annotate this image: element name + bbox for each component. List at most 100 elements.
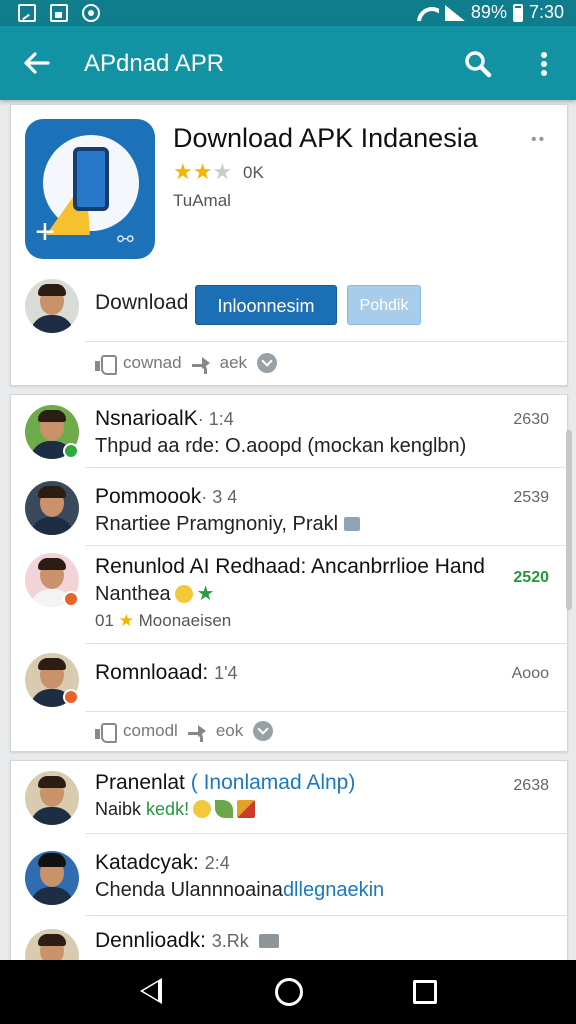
comment-author: Romnloaad: 1'4 [95, 661, 238, 685]
rating-stars: ★★★ [173, 159, 232, 185]
author-name: Pommoook [95, 485, 202, 508]
notification-badge [63, 689, 79, 705]
comment-highlight: kedk! [146, 799, 190, 819]
nav-home-icon[interactable] [275, 978, 303, 1006]
card-actions: comodl eok [95, 721, 274, 743]
expand-icon[interactable] [253, 721, 274, 741]
flag-emoji-icon [237, 800, 256, 818]
comment-sub: 01 ★ Moonaeisen [95, 611, 231, 631]
share-mark-icon: ⚯ [117, 229, 134, 251]
avatar[interactable] [25, 851, 79, 905]
avatar[interactable] [25, 771, 79, 825]
star-icon: ★ [173, 159, 193, 184]
app-bar: APdnad APR [0, 26, 576, 100]
download-label: Download [95, 291, 189, 314]
list-item[interactable]: Renunlod AI Redhaad: Ancanbrrlioe Hand N… [11, 551, 567, 643]
list-item[interactable]: NsnarioalK· 1:4 Thpud aa rde: O.aoopd (m… [11, 395, 567, 467]
comment-count: 2638 [513, 777, 549, 794]
divider [85, 545, 569, 546]
app-link[interactable]: ( Inonlamad Alnp) [191, 771, 356, 794]
expand-icon[interactable] [257, 353, 278, 373]
online-badge [63, 443, 79, 459]
search-icon[interactable] [462, 48, 494, 80]
back-arrow-icon[interactable] [20, 46, 54, 80]
comment-author: Pommoook· 3 4 [95, 485, 237, 509]
list-item[interactable]: Romnloaad: 1'4 Aooo [11, 649, 567, 711]
overflow-menu-icon[interactable] [532, 48, 556, 80]
like-action[interactable]: cownad [123, 353, 182, 373]
comment-author: Pranenlat ( Inonlamad Alnp) [95, 771, 355, 795]
thumbs-up-icon[interactable] [95, 723, 117, 743]
leaf-emoji-icon [215, 800, 234, 818]
scrollbar[interactable] [566, 430, 572, 610]
comment-text: Rnartiee Pramgnoniy, Prakl [95, 513, 361, 536]
screen: 89% 7:30 APdnad APR + ⚯ Download APK Ind… [0, 0, 576, 1024]
comment-count: 2539 [513, 489, 549, 506]
nav-back-icon[interactable] [140, 978, 162, 1004]
more-comments-card: Pranenlat ( Inonlamad Alnp) Naibk kedk! … [10, 760, 569, 983]
secondary-button[interactable]: Pohdik [347, 285, 421, 325]
author-name: Romnloaad: [95, 661, 209, 684]
author-name: Dennlioadk: [95, 929, 206, 952]
system-icons: 89% 7:30 [417, 2, 564, 23]
comment-meta: 3.Rk [211, 931, 249, 951]
star-icon: ★ [192, 159, 213, 184]
record-notification-icon [82, 4, 100, 22]
list-item[interactable]: Katadcyak: 2:4 Chenda Ulannnoainadllegna… [11, 841, 567, 909]
star-emoji-icon: ★ [196, 583, 215, 605]
plus-icon: + [35, 213, 55, 251]
star-empty-icon: ★ [212, 159, 233, 184]
avatar[interactable] [25, 279, 79, 333]
avatar[interactable] [25, 481, 79, 535]
wifi-icon [417, 5, 439, 21]
divider [85, 467, 569, 468]
share-action[interactable]: eok [216, 721, 243, 741]
divider [85, 915, 569, 916]
mail-icon[interactable] [258, 934, 279, 948]
thumbs-up-icon[interactable] [95, 355, 117, 375]
divider [85, 643, 569, 644]
comment-link[interactable]: dllegnaekin [283, 879, 384, 901]
signal-icon [444, 4, 465, 21]
author-name: Pranenlat [95, 771, 185, 794]
comment-meta: · 3 4 [201, 487, 238, 507]
like-action[interactable]: comodl [123, 721, 178, 741]
app-bar-title: APdnad APR [84, 50, 225, 77]
divider [85, 341, 569, 342]
comment-text: Naibk kedk! [95, 799, 256, 820]
comment-meta: 1'4 [214, 663, 238, 683]
install-button[interactable]: Inloonnesim [195, 285, 337, 325]
notification-icons [18, 4, 100, 22]
clock: 7:30 [528, 2, 564, 22]
system-nav-bar [0, 960, 576, 1024]
app-icon[interactable]: + ⚯ [25, 119, 155, 259]
author-name: Katadcyak: [95, 851, 199, 874]
comment-author: Katadcyak: 2:4 [95, 851, 230, 875]
status-bar: 89% 7:30 [0, 0, 576, 26]
nav-recents-icon[interactable] [413, 980, 437, 1004]
share-arrow-icon[interactable] [187, 723, 206, 742]
comment-count: 2630 [513, 411, 549, 428]
developer-name: TuAmal [173, 191, 231, 210]
sub-label: Moonaeisen [138, 611, 232, 630]
card-menu-icon[interactable]: •• [531, 131, 546, 149]
comment-author: Renunlod AI Redhaad: Ancanbrrlioe Hand [95, 555, 485, 578]
screenshot-notification-icon [18, 4, 36, 22]
share-action[interactable]: aek [220, 353, 247, 373]
share-arrow-icon[interactable] [191, 355, 210, 374]
divider [85, 833, 569, 834]
rating-count: 0K [243, 163, 264, 182]
comment-body: Naibk [95, 799, 142, 819]
comment-author: Dennlioadk: 3.Rk [95, 929, 279, 953]
battery-percent: 89% [470, 2, 507, 22]
list-item[interactable]: Pommoook· 3 4 Rnartiee Pramgnoniy, Prakl… [11, 473, 567, 545]
list-item[interactable]: Pranenlat ( Inonlamad Alnp) Naibk kedk! … [11, 761, 567, 833]
smile-emoji-icon [193, 800, 212, 818]
comment-author: NsnarioalK· 1:4 [95, 407, 234, 431]
comment-body: Nanthea [95, 583, 171, 605]
star-icon: ★ [118, 611, 134, 630]
author-name: NsnarioalK [95, 407, 198, 430]
app-icon-phone [73, 147, 109, 211]
comment-body: Chenda Ulannnoaina [95, 879, 283, 901]
smile-emoji-icon [174, 585, 193, 603]
